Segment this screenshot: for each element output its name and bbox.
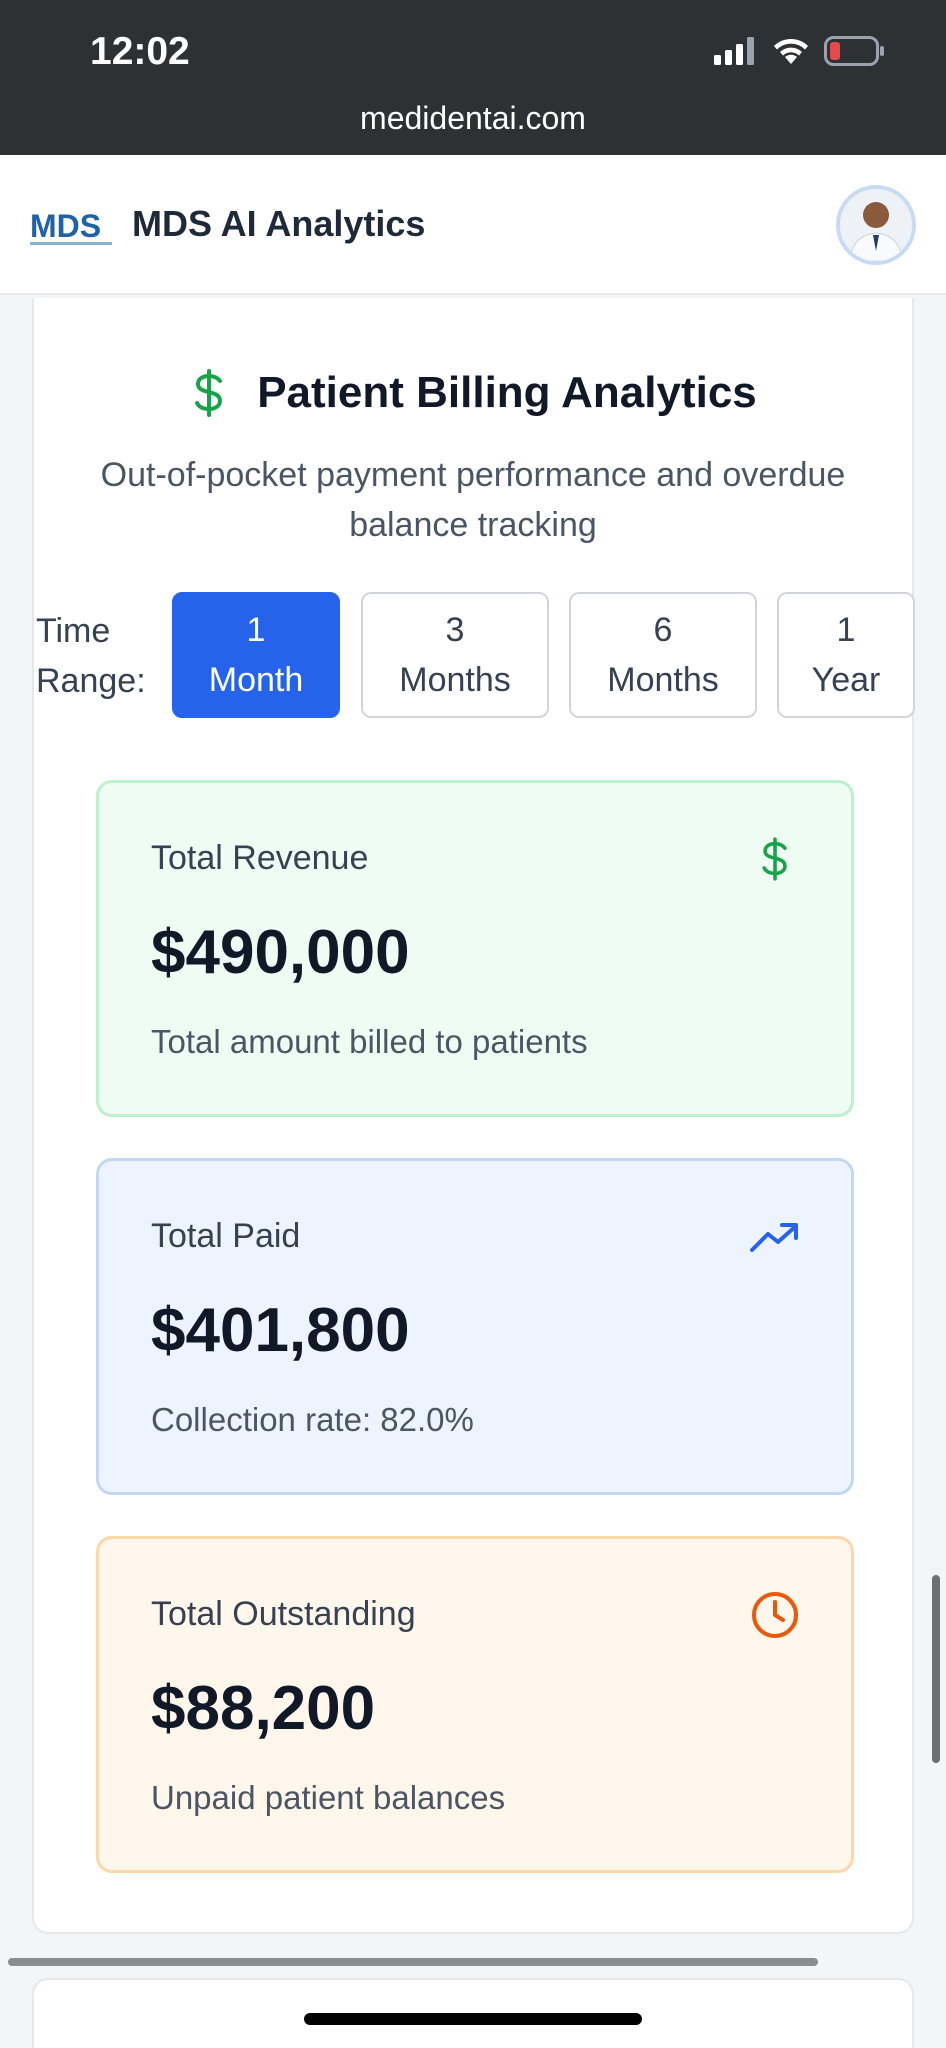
trending-up-icon: [747, 1209, 803, 1265]
dollar-icon: [195, 369, 223, 417]
browser-status-bar: 12:02 medidentai.com: [0, 0, 946, 155]
stat-value: $88,200: [151, 1674, 376, 1743]
stat-value: $490,000: [151, 918, 410, 987]
stat-label: Total Revenue: [151, 839, 369, 877]
stat-description: Unpaid patient balances: [151, 1779, 506, 1816]
mds-logo-icon: MDS: [30, 208, 112, 245]
battery-icon: [824, 36, 884, 66]
range-6-months-button[interactable]: 6 Months: [569, 592, 757, 718]
range-3-months-button[interactable]: 3 Months: [361, 592, 549, 718]
clock-icon: [747, 1587, 803, 1643]
section-header: Patient Billing Analytics: [34, 368, 912, 418]
signal-icon: [714, 37, 754, 65]
section-title: Patient Billing Analytics: [257, 368, 757, 417]
stat-description: Total amount billed to patients: [151, 1023, 588, 1060]
horizontal-scrollbar[interactable]: [8, 1958, 818, 1966]
vertical-scrollbar[interactable]: [932, 1575, 940, 1763]
stat-value: $401,800: [151, 1296, 410, 1365]
stat-description: Collection rate: 82.0%: [151, 1401, 474, 1438]
app-header: MDS MDS AI Analytics: [0, 155, 946, 295]
range-1-month-button[interactable]: 1 Month: [172, 592, 340, 718]
user-avatar-icon[interactable]: [836, 185, 916, 265]
avatar-image: [840, 189, 912, 261]
stat-label: Total Paid: [151, 1217, 301, 1255]
svg-text:MDS: MDS: [30, 208, 101, 244]
stat-label: Total Outstanding: [151, 1595, 416, 1633]
app-title: MDS AI Analytics: [132, 203, 426, 244]
total-paid-card: Total Paid $401,800 Collection rate: 82.…: [96, 1158, 854, 1495]
dollar-icon: [747, 831, 803, 887]
total-revenue-card: Total Revenue $490,000 Total amount bill…: [96, 780, 854, 1117]
status-icons: [714, 36, 886, 66]
total-outstanding-card: Total Outstanding $88,200 Unpaid patient…: [96, 1536, 854, 1873]
wifi-icon: [774, 38, 808, 64]
billing-analytics-card: Patient Billing Analytics Out-of-pocket …: [32, 298, 915, 1934]
section-subtitle: Out-of-pocket payment performance and ov…: [100, 456, 846, 544]
home-indicator[interactable]: [304, 2013, 642, 2025]
time-range-label: Time Range:: [36, 612, 146, 700]
url-bar[interactable]: medidentai.com: [0, 100, 946, 137]
status-time: 12:02: [90, 30, 190, 73]
range-1-year-button[interactable]: 1 Year: [777, 592, 915, 718]
